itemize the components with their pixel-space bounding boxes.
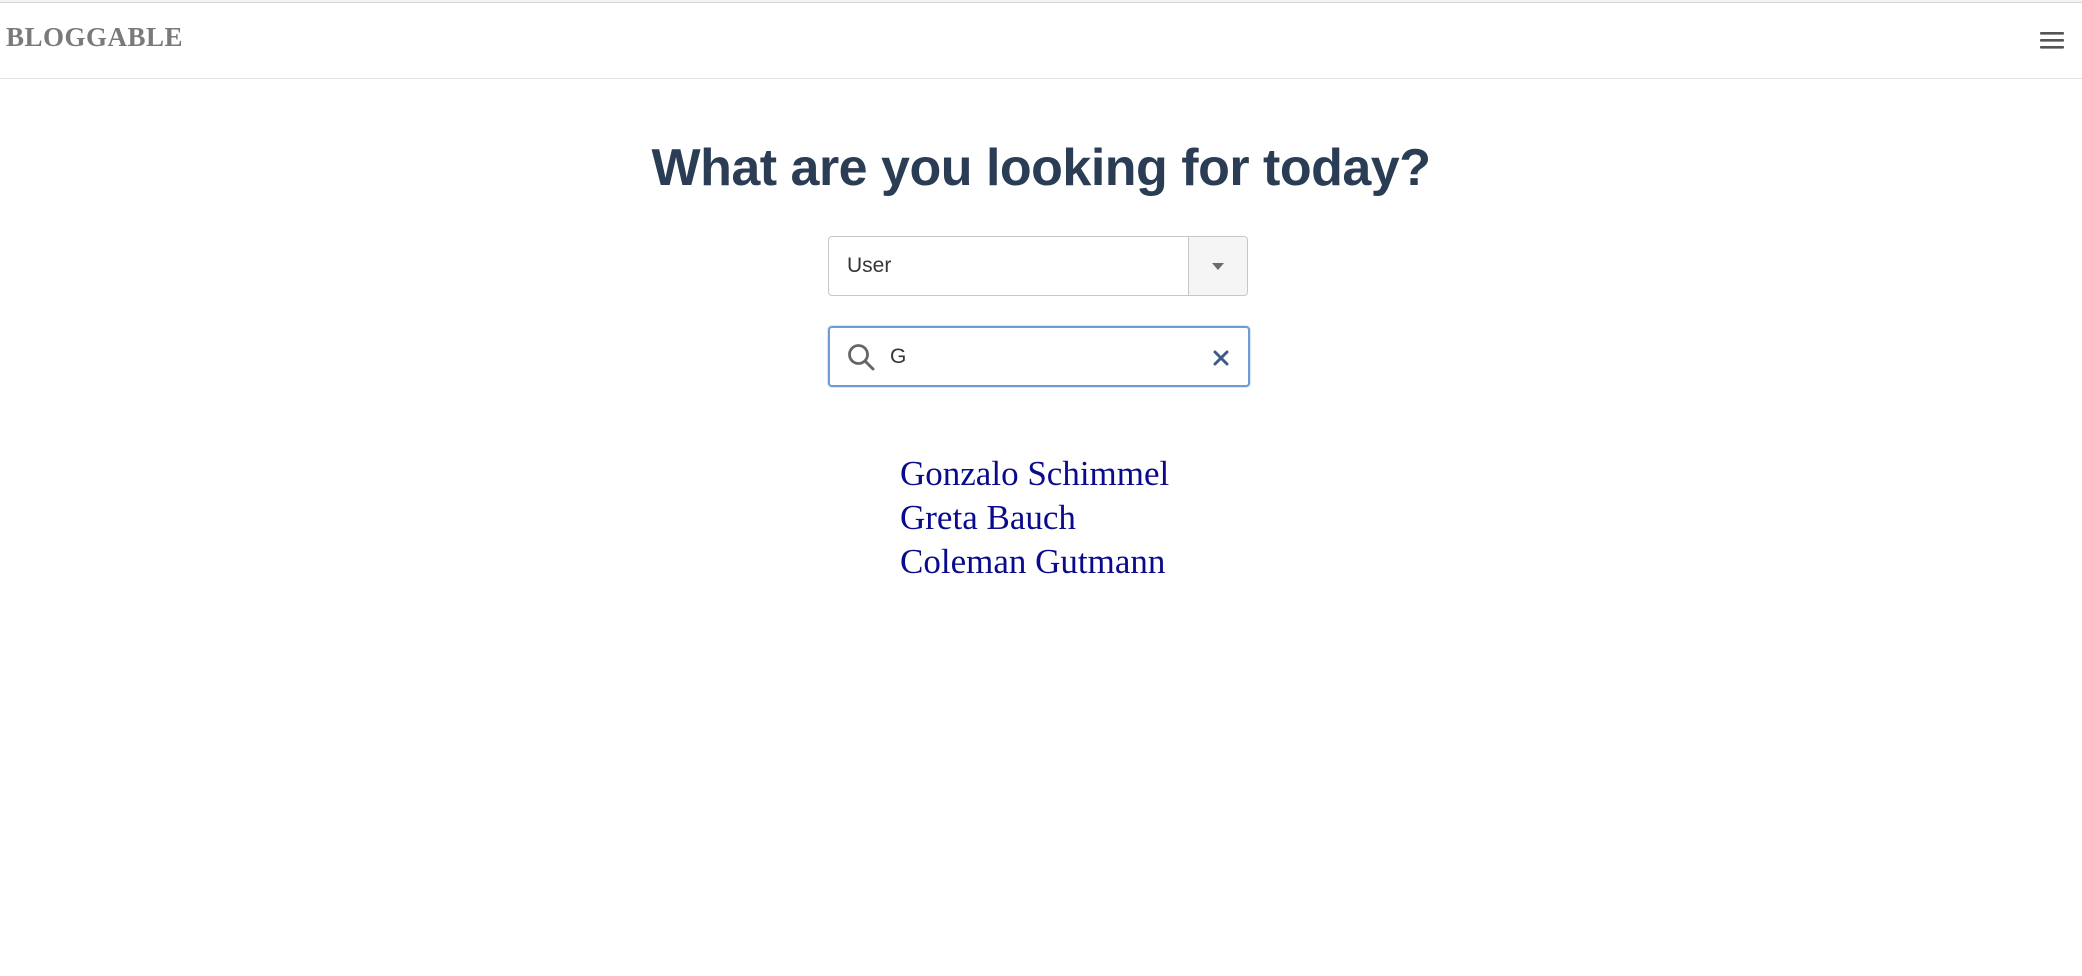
- caret-down-icon: [1212, 262, 1224, 270]
- result-item[interactable]: Greta Bauch: [900, 496, 1169, 540]
- search-input[interactable]: [890, 338, 1190, 376]
- magnifier-icon: [848, 344, 875, 371]
- result-item[interactable]: Coleman Gutmann: [900, 540, 1169, 584]
- hamburger-menu-button[interactable]: [2030, 18, 2074, 62]
- hamburger-menu-icon: [2040, 32, 2064, 49]
- result-item[interactable]: Gonzalo Schimmel: [900, 452, 1169, 496]
- search-type-select[interactable]: User: [828, 236, 1248, 296]
- navbar: BLOGGABLE: [0, 4, 2082, 79]
- search-box: [828, 326, 1250, 387]
- search-type-selected-value: User: [847, 254, 892, 277]
- page-title: What are you looking for today?: [651, 139, 1431, 197]
- search-results-list: Gonzalo Schimmel Greta Bauch Coleman Gut…: [900, 452, 1169, 584]
- clear-search-button[interactable]: [1208, 345, 1234, 371]
- search-type-dropdown-toggle[interactable]: [1188, 237, 1247, 295]
- brand-logo[interactable]: BLOGGABLE: [6, 22, 183, 53]
- window-top-edge: [0, 0, 2082, 3]
- close-x-icon: [1213, 350, 1229, 366]
